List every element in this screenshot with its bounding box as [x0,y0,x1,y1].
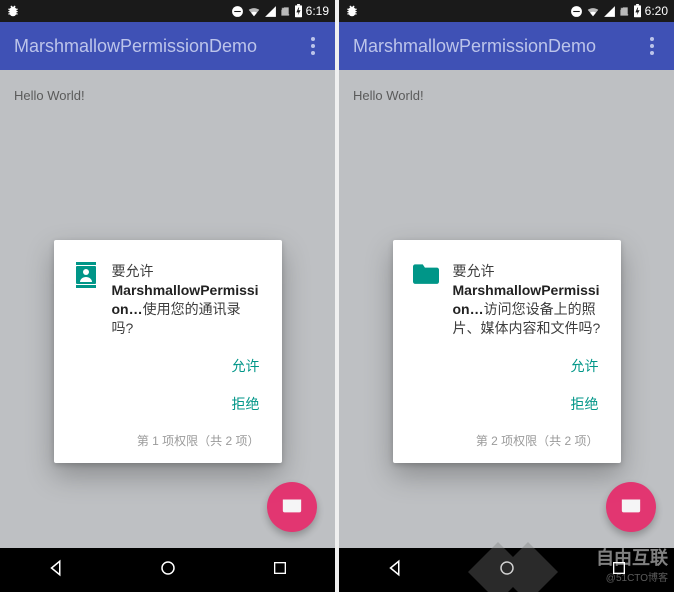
app-title: MarshmallowPermissionDemo [353,36,596,57]
deny-button[interactable]: 拒绝 [571,394,599,414]
battery-icon [294,4,303,18]
battery-icon [633,4,642,18]
deny-button[interactable]: 拒绝 [232,394,260,414]
contacts-icon [74,262,98,338]
content-area: Hello World! 要允许MarshmallowPermission…使用… [0,70,335,548]
phone-screen-left: 6:19 MarshmallowPermissionDemo Hello Wor… [0,0,335,592]
permission-dialog: 要允许MarshmallowPermission…访问您设备上的照片、媒体内容和… [393,240,621,463]
wifi-icon [586,4,600,18]
back-button[interactable] [366,551,424,590]
status-bar: 6:19 [0,0,335,22]
permission-text: 要允许MarshmallowPermission…访问您设备上的照片、媒体内容和… [453,262,601,338]
permission-text: 要允许MarshmallowPermission…使用您的通讯录吗? [112,262,262,338]
app-title: MarshmallowPermissionDemo [14,36,257,57]
mail-icon [281,494,303,521]
overflow-menu-button[interactable] [644,31,660,61]
signal-icon [264,5,277,18]
permission-counter: 第 1 项权限（共 2 项） [54,418,282,453]
status-bar: 6:20 [339,0,674,22]
permission-dialog: 要允许MarshmallowPermission…使用您的通讯录吗? 允许 拒绝… [54,240,282,463]
allow-button[interactable]: 允许 [571,356,599,376]
no-sim-icon [280,5,291,18]
back-button[interactable] [27,551,85,590]
dnd-icon [231,5,244,18]
status-time: 6:19 [306,4,329,18]
dnd-icon [570,5,583,18]
overflow-menu-button[interactable] [305,31,321,61]
no-sim-icon [619,5,630,18]
recents-button[interactable] [252,552,308,589]
wifi-icon [247,4,261,18]
mail-icon [620,494,642,521]
navigation-bar [0,548,335,592]
debug-icon [6,4,20,18]
debug-icon [345,4,359,18]
app-bar: MarshmallowPermissionDemo [339,22,674,70]
watermark-subtext: @51CTO博客 [606,569,668,584]
signal-icon [603,5,616,18]
folder-icon [413,262,439,338]
app-bar: MarshmallowPermissionDemo [0,22,335,70]
status-time: 6:20 [645,4,668,18]
fab-button[interactable] [267,482,317,532]
allow-button[interactable]: 允许 [232,356,260,376]
fab-button[interactable] [606,482,656,532]
content-area: Hello World! 要允许MarshmallowPermission…访问… [339,70,674,548]
permission-counter: 第 2 项权限（共 2 项） [393,418,621,453]
home-button[interactable] [478,551,536,590]
home-button[interactable] [139,551,197,590]
phone-screen-right: 6:20 MarshmallowPermissionDemo Hello Wor… [339,0,674,592]
